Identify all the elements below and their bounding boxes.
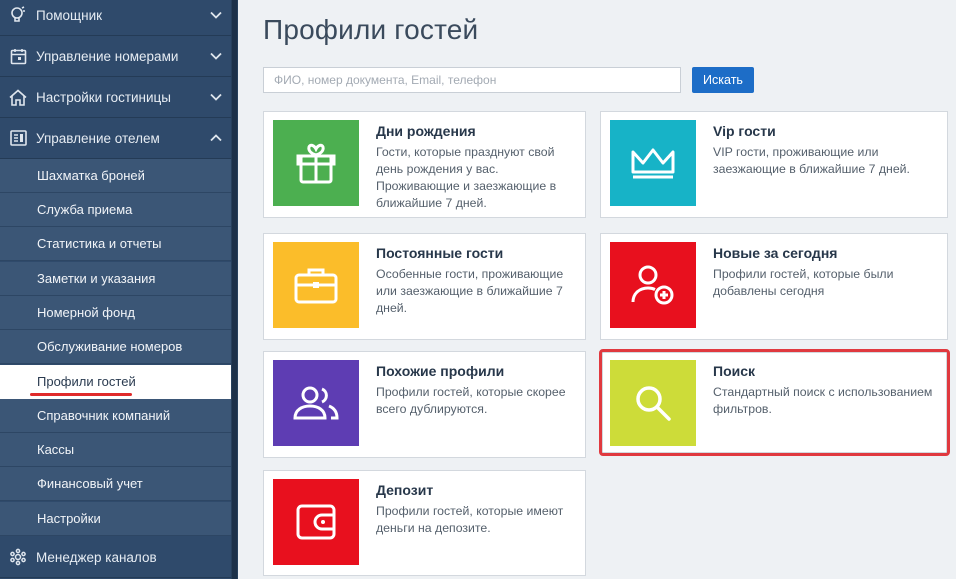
search-input[interactable] bbox=[263, 67, 681, 93]
sidebar-item-finance[interactable]: Финансовый учет bbox=[0, 467, 231, 501]
card-title: Дни рождения bbox=[376, 123, 476, 139]
sidebar-section-label: Помощник bbox=[36, 7, 103, 23]
add-user-icon bbox=[610, 242, 696, 328]
sidebar-section-channel-manager[interactable]: Менеджер каналов bbox=[0, 537, 231, 578]
page-title: Профили гостей bbox=[263, 14, 479, 45]
scrollbar-thumb[interactable] bbox=[232, 0, 237, 579]
sidebar-section-hotel-settings[interactable]: Настройки гостиницы bbox=[0, 77, 231, 118]
sidebar: Помощник Управление номерами Настройки г… bbox=[0, 0, 231, 579]
sidebar-section-assistant[interactable]: Помощник bbox=[0, 0, 231, 36]
calendar-icon bbox=[0, 48, 36, 65]
sidebar-item-statistics[interactable]: Статистика и отчеты bbox=[0, 227, 231, 261]
sidebar-item-notes[interactable]: Заметки и указания bbox=[0, 262, 231, 296]
dashboard-icon bbox=[0, 130, 36, 146]
sidebar-section-rooms-management[interactable]: Управление номерами bbox=[0, 36, 231, 77]
chevron-down-icon bbox=[201, 93, 231, 101]
sidebar-scrollbar[interactable] bbox=[231, 0, 238, 579]
wallet-icon bbox=[273, 479, 359, 565]
sidebar-section-label: Менеджер каналов bbox=[36, 549, 157, 565]
sidebar-item-cash-desks[interactable]: Кассы bbox=[0, 433, 231, 467]
highlight-frame bbox=[599, 349, 950, 456]
card-title: Vip гости bbox=[713, 123, 776, 139]
sidebar-item-room-stock[interactable]: Номерной фонд bbox=[0, 296, 231, 330]
sidebar-section-label: Управление отелем bbox=[36, 130, 160, 146]
card-deposit[interactable]: Депозит Профили гостей, которые имеют де… bbox=[263, 470, 586, 576]
card-birthdays[interactable]: Дни рождения Гости, которые празднуют св… bbox=[263, 111, 586, 218]
gift-icon bbox=[273, 120, 359, 206]
briefcase-icon bbox=[273, 242, 359, 328]
card-new-today[interactable]: Новые за сегодня Профили гостей, которые… bbox=[600, 233, 948, 340]
sidebar-section-label: Настройки гостиницы bbox=[36, 89, 171, 105]
sidebar-item-settings[interactable]: Настройки bbox=[0, 502, 231, 536]
home-icon bbox=[0, 88, 36, 106]
sidebar-item-reservation-chart[interactable]: Шахматка броней bbox=[0, 159, 231, 193]
chevron-down-icon bbox=[201, 11, 231, 19]
sidebar-item-front-desk[interactable]: Служба приема bbox=[0, 193, 231, 227]
sidebar-section-label: Управление номерами bbox=[36, 48, 179, 64]
card-description: Профили гостей, которые были добавлены с… bbox=[713, 267, 894, 298]
sidebar-item-housekeeping[interactable]: Обслуживание номеров bbox=[0, 330, 231, 364]
card-title: Депозит bbox=[376, 482, 434, 498]
sidebar-section-hotel-management[interactable]: Управление отелем bbox=[0, 118, 231, 159]
card-description: VIP гости, проживающие или заезжающие в … bbox=[713, 145, 910, 176]
card-description: Гости, которые празднуют свой день рожде… bbox=[376, 145, 557, 210]
chevron-down-icon bbox=[201, 52, 231, 60]
card-title: Похожие профили bbox=[376, 363, 505, 379]
crown-icon bbox=[610, 120, 696, 206]
card-description: Профили гостей, которые скорее всего дуб… bbox=[376, 385, 566, 416]
card-title: Новые за сегодня bbox=[713, 245, 838, 261]
users-icon bbox=[273, 360, 359, 446]
sidebar-item-companies[interactable]: Справочник компаний bbox=[0, 399, 231, 433]
card-description: Особенные гости, проживающие или заезжаю… bbox=[376, 267, 564, 315]
lightbulb-icon bbox=[0, 6, 36, 24]
card-description: Профили гостей, которые имеют деньги на … bbox=[376, 504, 564, 535]
card-similar-profiles[interactable]: Похожие профили Профили гостей, которые … bbox=[263, 351, 586, 458]
card-regular-guests[interactable]: Постоянные гости Особенные гости, прожив… bbox=[263, 233, 586, 340]
search-button[interactable]: Искать bbox=[692, 67, 754, 93]
card-vip-guests[interactable]: Vip гости VIP гости, проживающие или зае… bbox=[600, 111, 948, 218]
chevron-up-icon bbox=[201, 134, 231, 142]
active-item-underline bbox=[30, 393, 132, 396]
gear-cog-icon bbox=[0, 548, 36, 566]
card-title: Постоянные гости bbox=[376, 245, 504, 261]
